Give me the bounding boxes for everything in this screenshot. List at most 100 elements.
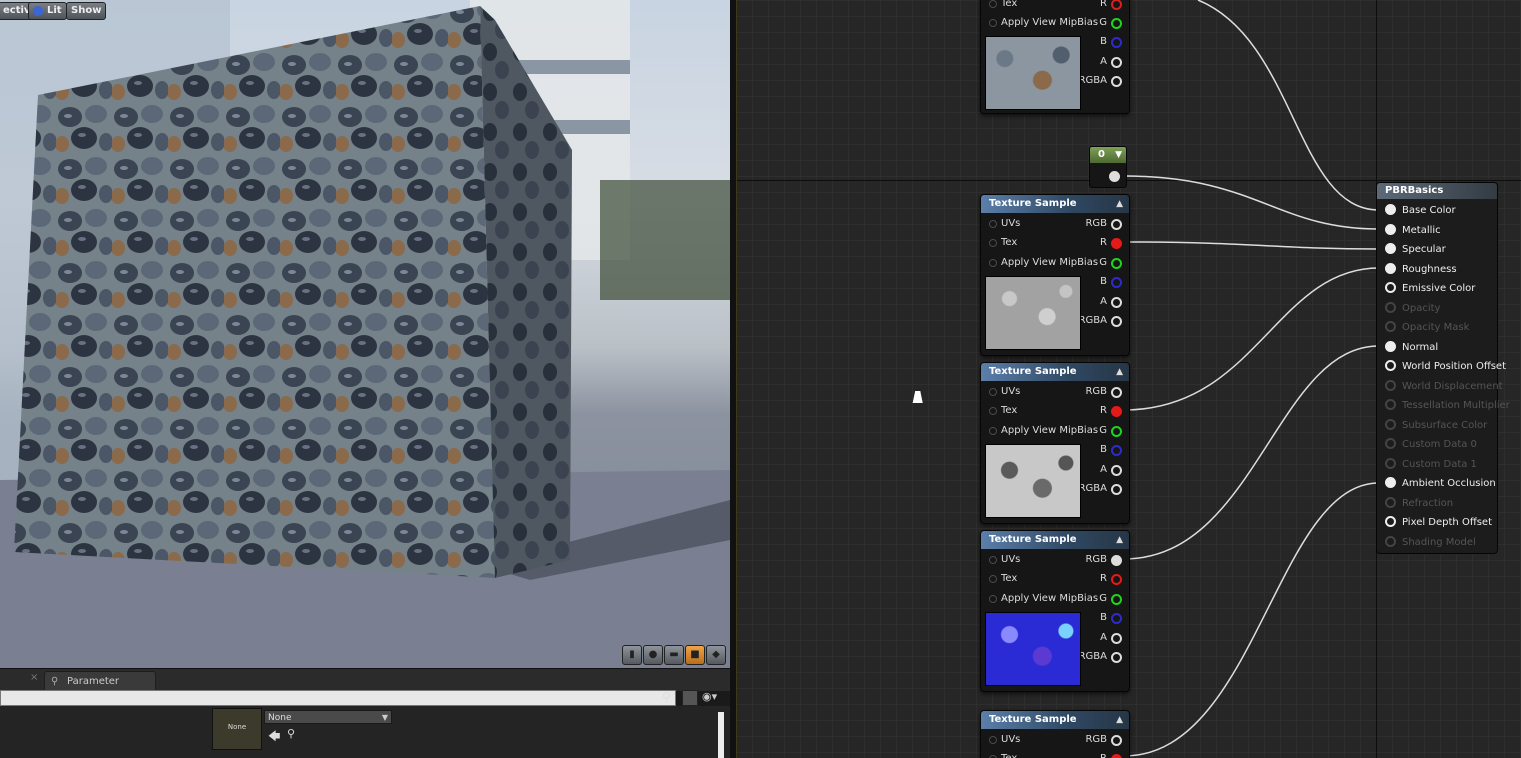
pin-label: R	[1100, 405, 1107, 416]
material-input-pin-row[interactable]: World Position Offset	[1385, 359, 1506, 375]
material-input-pin-row[interactable]: Roughness	[1385, 262, 1457, 278]
collapse-arrow-icon[interactable]: ▲	[1116, 711, 1123, 729]
material-input-pin-row[interactable]: Specular	[1385, 242, 1446, 258]
texture-combo[interactable]: None ▼	[264, 710, 392, 724]
input-pin[interactable]	[1385, 477, 1396, 488]
output-pin[interactable]	[1111, 613, 1122, 624]
texture-sample-node[interactable]: Texture Sample ▲ UVs RGB Tex R	[980, 710, 1130, 758]
output-pin[interactable]	[1111, 465, 1122, 476]
texture-sample-node[interactable]: Texture Sample ▲ UVs RGB Tex R Apply View M…	[980, 530, 1130, 692]
input-pin[interactable]	[989, 575, 997, 583]
browse-search-icon[interactable]: ⚲	[287, 727, 295, 740]
material-node-title: PBRBasics	[1377, 183, 1497, 199]
material-input-pin-row[interactable]: Base Color	[1385, 203, 1456, 219]
pin-label: R	[1100, 0, 1107, 9]
material-input-pin-row[interactable]: Emissive Color	[1385, 281, 1475, 297]
material-input-pin-row: World Displacement	[1385, 379, 1503, 395]
output-pin[interactable]	[1111, 316, 1122, 327]
input-pin[interactable]	[1385, 340, 1396, 352]
input-pin[interactable]	[1385, 223, 1396, 235]
input-pin[interactable]	[989, 736, 997, 744]
search-icon[interactable]: ⚲	[662, 690, 671, 704]
output-pin[interactable]	[1111, 735, 1122, 746]
input-pin[interactable]	[989, 19, 997, 27]
preview-teapot-icon[interactable]: ◆	[706, 645, 726, 665]
output-pin[interactable]	[1111, 652, 1122, 663]
output-pin[interactable]	[1111, 445, 1122, 456]
output-pin[interactable]	[1111, 258, 1122, 269]
output-pin[interactable]	[1111, 297, 1122, 308]
input-pin[interactable]	[1385, 262, 1396, 274]
eye-visibility-icon[interactable]: ◉▾	[702, 690, 717, 703]
details-search-input[interactable]	[0, 690, 676, 706]
pin-label: B	[1100, 276, 1107, 287]
output-pin[interactable]	[1111, 754, 1122, 758]
input-pin[interactable]	[989, 220, 997, 228]
texture-sample-node[interactable]: Texture Sample ▲ UVs RGB Tex R Apply View M…	[980, 362, 1130, 524]
preview-sphere-icon[interactable]: ●	[643, 645, 663, 665]
tab-parameter-defaults[interactable]: ⚲ Parameter Default:	[44, 671, 156, 707]
material-input-label: Custom Data 0	[1402, 439, 1477, 450]
show-button[interactable]: Show	[66, 2, 107, 20]
output-pin[interactable]	[1111, 555, 1122, 566]
input-pin[interactable]	[989, 427, 997, 435]
details-scrollbar[interactable]	[718, 712, 724, 758]
output-pin[interactable]	[1111, 219, 1122, 230]
output-pin[interactable]	[1111, 76, 1122, 87]
pin-label: RGB	[1085, 734, 1107, 745]
output-pin[interactable]	[1111, 406, 1122, 417]
output-pin[interactable]	[1111, 426, 1122, 437]
collapse-arrow-icon[interactable]: ▲	[1116, 195, 1123, 213]
texture-thumbnail[interactable]: None	[212, 708, 262, 750]
output-pin[interactable]	[1111, 18, 1122, 29]
input-pin[interactable]	[1385, 282, 1396, 293]
property-matrix-icon[interactable]	[682, 690, 698, 706]
input-pin[interactable]	[1385, 516, 1396, 527]
input-pin[interactable]	[1385, 204, 1396, 215]
output-pin[interactable]	[1111, 37, 1122, 48]
constant-node[interactable]: 0 ▼	[1089, 146, 1127, 188]
input-pin[interactable]	[989, 556, 997, 564]
input-pin[interactable]	[989, 239, 997, 247]
pin-label: Apply View MipBias	[1001, 17, 1099, 28]
output-pin[interactable]	[1109, 171, 1120, 182]
input-pin[interactable]	[1385, 360, 1396, 371]
material-result-node[interactable]: PBRBasics Base Color Metallic Specular Roug…	[1376, 182, 1510, 554]
output-pin[interactable]	[1111, 574, 1122, 585]
output-pin[interactable]	[1111, 57, 1122, 68]
input-pin[interactable]	[989, 595, 997, 603]
use-selected-arrow-icon[interactable]: 🡄	[268, 727, 280, 748]
material-input-label: Refraction	[1402, 497, 1454, 509]
input-pin[interactable]	[1385, 243, 1396, 254]
collapse-arrow-icon[interactable]: ▲	[1116, 363, 1123, 381]
input-pin[interactable]	[989, 388, 997, 396]
input-pin[interactable]	[989, 0, 997, 8]
pin-label: RGB	[1085, 386, 1107, 397]
output-pin[interactable]	[1111, 594, 1122, 605]
input-pin[interactable]	[989, 407, 997, 415]
input-pin[interactable]	[989, 259, 997, 267]
texture-sample-node[interactable]: Texture Sample ▲ UVs RGB Tex R Apply View M…	[980, 194, 1130, 356]
texture-sample-node-top[interactable]: Tex R Apply View MipBias G B A RGBA	[980, 0, 1130, 114]
material-input-pin-row[interactable]: Metallic	[1385, 223, 1441, 239]
lit-button[interactable]: Lit	[28, 2, 67, 20]
material-input-label: Metallic	[1402, 224, 1441, 236]
collapse-arrow-icon[interactable]: ▲	[1116, 531, 1123, 549]
material-input-pin-row[interactable]: Ambient Occlusion	[1385, 476, 1496, 492]
pin-label: R	[1100, 573, 1107, 584]
pin-label: UVs	[1001, 554, 1021, 565]
close-tab-icon[interactable]: ×	[30, 672, 38, 683]
preview-viewport[interactable]: ective Lit Show ▮ ● ▬ ■ ◆	[0, 0, 730, 668]
preview-grid-icon[interactable]: ▮	[622, 645, 642, 665]
material-graph-canvas[interactable]: Tex R Apply View MipBias G B A RGBA 0 ▼	[736, 0, 1521, 758]
output-pin[interactable]	[1111, 387, 1122, 398]
preview-cube-icon[interactable]: ■	[685, 645, 705, 665]
output-pin[interactable]	[1111, 484, 1122, 495]
output-pin[interactable]	[1111, 238, 1122, 249]
material-input-pin-row[interactable]: Pixel Depth Offset	[1385, 515, 1492, 531]
preview-plane-icon[interactable]: ▬	[664, 645, 684, 665]
output-pin[interactable]	[1111, 633, 1122, 644]
output-pin[interactable]	[1111, 277, 1122, 288]
material-input-pin-row[interactable]: Normal	[1385, 340, 1438, 356]
output-pin[interactable]	[1111, 0, 1122, 10]
